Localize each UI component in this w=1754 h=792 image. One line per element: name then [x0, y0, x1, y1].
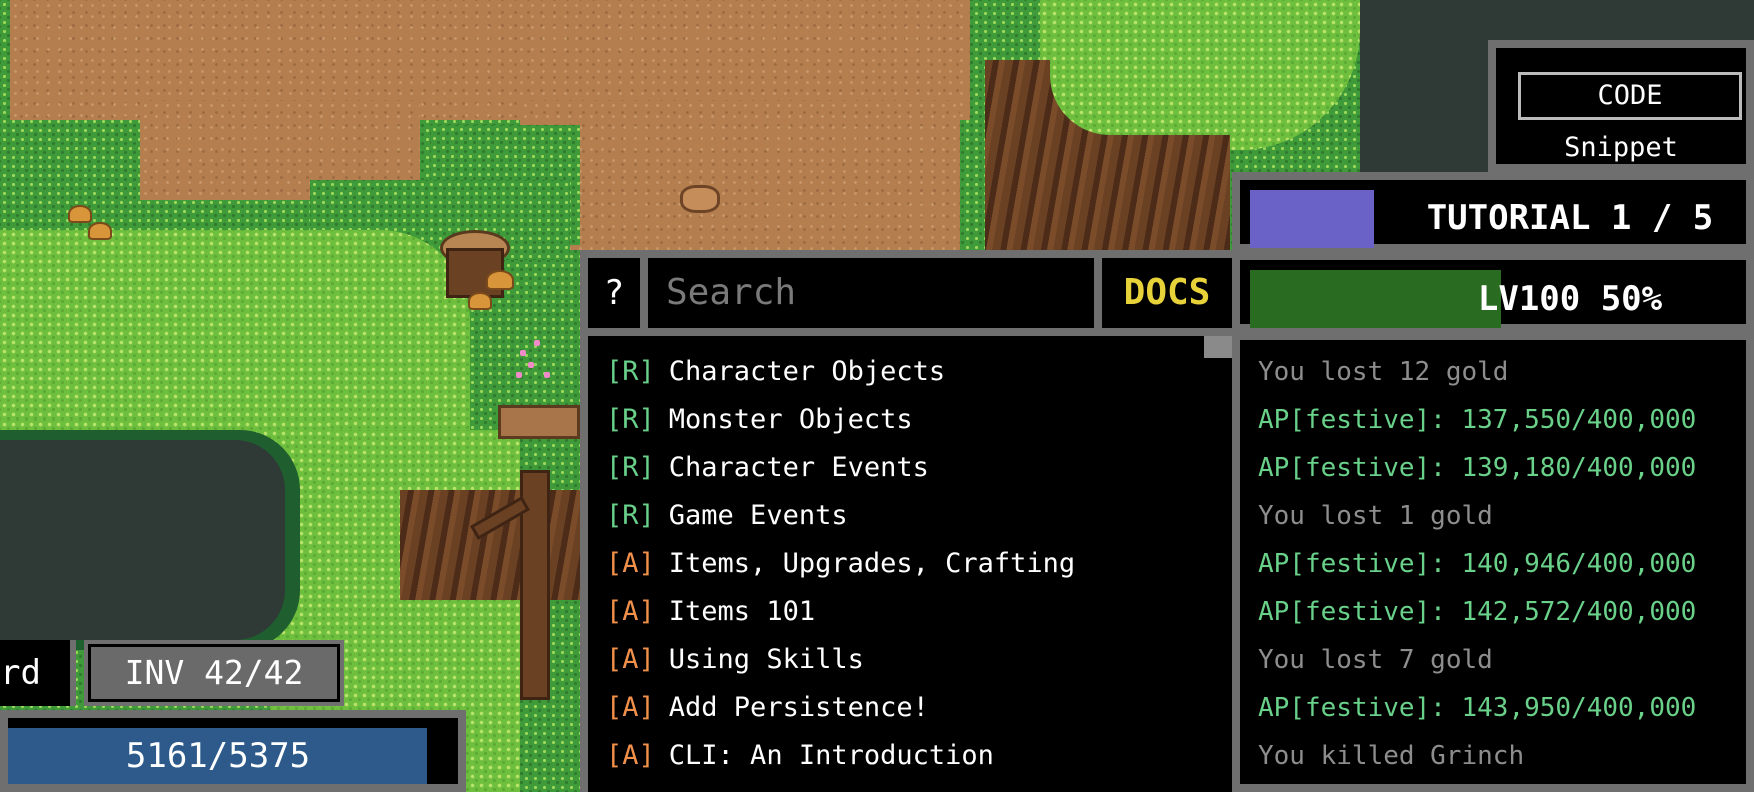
doc-item[interactable]: [A] Items, Upgrades, Crafting [606, 540, 1232, 588]
wooden-log [498, 405, 580, 439]
doc-item-tag: [A] [606, 740, 655, 771]
search-input[interactable] [648, 258, 1094, 328]
log-line: AP[festive]: 137,550/400,000 [1258, 405, 1697, 435]
tutorial-color-swatch[interactable] [1250, 190, 1374, 248]
pink-flower [516, 372, 522, 378]
log-line: AP[festive]: 139,180/400,000 [1258, 453, 1697, 483]
doc-item-label: Items, Upgrades, Crafting [668, 548, 1076, 579]
doc-item[interactable]: [A] Add Persistence! [606, 684, 1232, 732]
doc-item-label: Using Skills [668, 644, 864, 675]
doc-item[interactable]: [A] Items 101 [606, 588, 1232, 636]
help-button[interactable]: ? [588, 258, 640, 328]
doc-item-tag: [A] [606, 692, 655, 723]
doc-item-tag: [R] [606, 356, 655, 387]
cliff-face [400, 490, 580, 600]
log-line: You lost 7 gold [1258, 645, 1493, 675]
water-area [0, 440, 285, 640]
doc-item[interactable]: [A] CLI: An Introduction [606, 732, 1232, 780]
tutorial-progress-label: TUTORIAL 1 / 5 [1426, 198, 1714, 238]
doc-item-label: Character Events [668, 452, 929, 483]
docs-button[interactable]: DOCS [1102, 258, 1232, 328]
doc-item[interactable]: [R] Monster Objects [606, 396, 1232, 444]
doc-item-label: Character Objects [668, 356, 946, 387]
doc-item-tag: [R] [606, 404, 655, 435]
docs-list[interactable]: [R] Character Objects [R] Monster Objects [R… [588, 336, 1232, 792]
log-line: AP[festive]: 143,950/400,000 [1258, 693, 1697, 723]
inventory-button[interactable]: INV 42/42 [88, 644, 340, 702]
log-line: You lost 12 gold [1258, 357, 1509, 387]
doc-item-label: CLI: An Introduction [668, 740, 994, 771]
pink-flower [528, 362, 534, 368]
tutorial-panel[interactable]: TUTORIAL 1 / 5 [1232, 172, 1754, 252]
doc-item-tag: [A] [606, 548, 655, 579]
code-button[interactable]: CODE [1518, 72, 1742, 120]
level-panel: LV100 50% [1232, 252, 1754, 332]
event-log[interactable]: You lost 12 gold AP[festive]: 137,550/400… [1232, 332, 1754, 792]
inventory-button-frame: INV 42/42 [84, 640, 344, 706]
hp-bar-track: 5161/5375 [8, 718, 458, 784]
pink-flower [544, 372, 550, 378]
doc-item-label: Items 101 [668, 596, 816, 627]
code-snippet-panel: CODE Snippet [1488, 40, 1754, 172]
mushroom [486, 270, 514, 290]
dirt-path [520, 100, 960, 250]
scrollbar-thumb[interactable] [1204, 336, 1232, 358]
log-line: AP[festive]: 140,946/400,000 [1258, 549, 1697, 579]
pink-flower [520, 350, 526, 356]
doc-item-label: Game Events [668, 500, 848, 531]
rock [680, 185, 720, 213]
mushroom [68, 205, 92, 223]
doc-item[interactable]: [R] Game Events [606, 492, 1232, 540]
doc-item-tag: [A] [606, 644, 655, 675]
meadow [1050, 0, 1340, 135]
doc-item[interactable]: [A] Using Skills [606, 636, 1232, 684]
mushroom [468, 292, 492, 310]
doc-item-tag: [R] [606, 500, 655, 531]
level-label: LV100 50% [1477, 279, 1663, 319]
docs-panel: ? DOCS [R] Character Objects [R] Monster Ob… [580, 250, 1232, 792]
code-snippet-subtitle: Snippet [1564, 132, 1678, 163]
log-line: You killed Grinch [1258, 741, 1525, 771]
doc-item-label: Add Persistence! [668, 692, 929, 723]
hp-bar-frame: 5161/5375 [0, 710, 466, 792]
doc-item-tag: [R] [606, 452, 655, 483]
hud-left-label[interactable]: rd [0, 640, 76, 706]
hud-left-label-text: rd [0, 653, 41, 693]
doc-item[interactable]: [R] Character Objects [606, 348, 1232, 396]
log-line: You lost 1 gold [1258, 501, 1493, 531]
water-area [1360, 0, 1490, 172]
doc-item[interactable]: [R] Character Events [606, 444, 1232, 492]
doc-item-tag: [A] [606, 596, 655, 627]
log-line: AP[festive]: 142,572/400,000 [1258, 597, 1697, 627]
pink-flower [534, 340, 540, 346]
mushroom [88, 222, 112, 240]
hp-label: 5161/5375 [125, 736, 311, 776]
doc-item-label: Monster Objects [668, 404, 913, 435]
